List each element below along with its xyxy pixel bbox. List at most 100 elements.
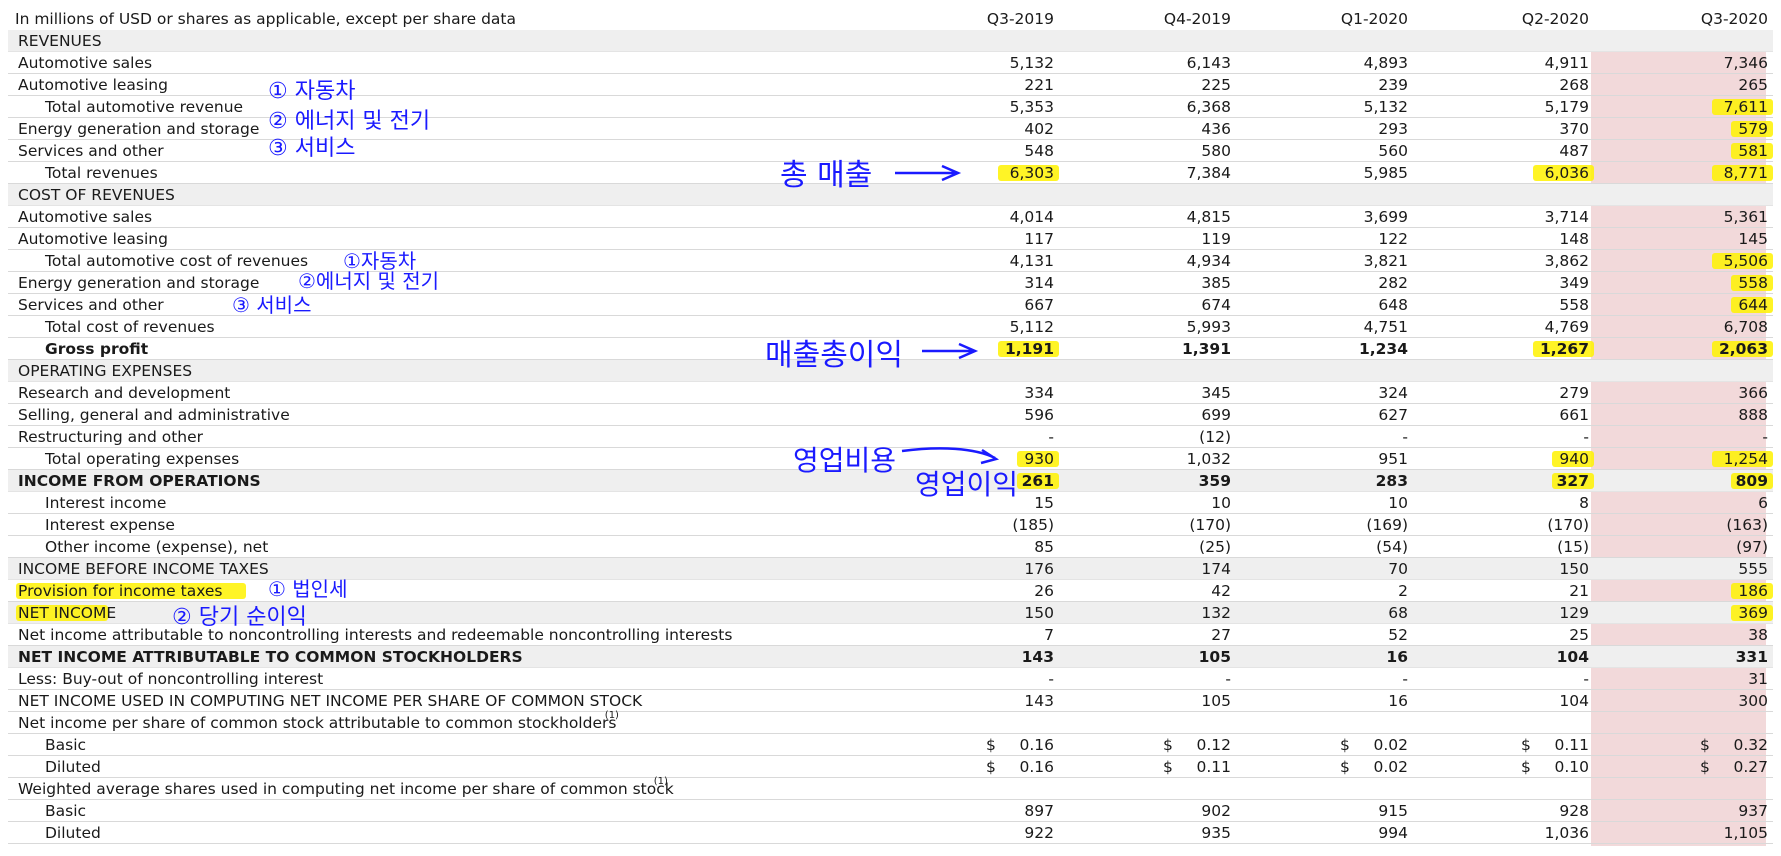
table-row: Automotive sales 5,132 6,143 4,893 4,911 7,34… [8,52,1773,74]
row-label: Total revenues [45,164,158,182]
cell-value: 915 [1378,802,1408,820]
cell-value: 21 [1569,582,1589,600]
row-label: Energy generation and storage [18,120,260,138]
table-row: INCOME BEFORE INCOME TAXES 176 174 70 150 555 [8,558,1773,580]
cell-value: 2 [1398,582,1408,600]
cell-value: 1,267 [1539,340,1589,358]
cell-value: 327 [1556,472,1589,490]
cell-value: 935 [1201,824,1231,842]
cell-value: 68 [1388,604,1408,622]
table-row: OPERATING EXPENSES [8,360,1773,382]
table-row: Gross profit 1,191 1,391 1,234 1,267 2,063 [8,338,1773,360]
row-label: INCOME FROM OPERATIONS [18,472,261,490]
row-label: Automotive sales [18,208,153,226]
footnote-marker: (1) [604,710,619,721]
cell-value: 42 [1211,582,1231,600]
row-label: Services and other [18,296,164,314]
cell-value: 648 [1378,296,1408,314]
cell-value: 928 [1559,802,1589,820]
cell-value: 5,985 [1363,164,1408,182]
table-row: Diluted $0.16 $0.11 $0.02 $0.10 $0.27 [8,756,1773,778]
column-header: Q2-2020 [1521,10,1589,28]
row-label: Interest income [45,494,167,512]
row-label: Gross profit [45,340,149,358]
cell-value: (170) [1189,516,1231,534]
cell-value: 4,815 [1186,208,1231,226]
cell-value: (12) [1199,428,1231,446]
cell-value: 1,036 [1544,824,1589,842]
cell-value: - [1402,428,1408,446]
cell-value: 105 [1201,692,1231,710]
cell-value: (54) [1376,538,1408,556]
table-row: Total cost of revenues 5,112 5,993 4,751 4,7… [8,316,1773,338]
cell-value: 1,254 [1723,450,1768,468]
cell-value: 5,112 [1009,318,1054,336]
cell-value: 558 [1738,274,1768,292]
row-label: Basic [45,736,87,754]
table-row: Net income per share of common stock att… [8,710,1773,734]
cell-value: 265 [1738,76,1768,94]
cell-value: 385 [1201,274,1231,292]
cell-value: 3,821 [1363,252,1408,270]
row-label: Total operating expenses [45,450,240,468]
row-label: COST OF REVENUES [18,186,175,204]
cell-value: 145 [1738,230,1768,248]
table-row: Diluted 922 935 994 1,036 1,105 [8,822,1773,844]
table-row: Automotive sales 4,014 4,815 3,699 3,714 5,36… [8,206,1773,228]
cell-value: 5,506 [1723,252,1768,270]
cell-value: - [1048,670,1054,688]
cell-value: 0.02 [1373,736,1408,754]
table-row: Total operating expenses 930 1,032 951 940 1,… [8,448,1773,470]
cell-value: 897 [1024,802,1054,820]
cell-value: 4,911 [1544,54,1589,72]
cell-value: 7,346 [1723,54,1768,72]
table-row: Energy generation and storage 314 385 282 34… [8,272,1773,294]
cell-value: 940 [1559,450,1589,468]
cell-value: - [1225,670,1231,688]
cell-value: 324 [1378,384,1408,402]
cell-value: 221 [1024,76,1054,94]
cell-value: 8,771 [1723,164,1768,182]
table-row: Weighted average shares used in computin… [8,776,1773,800]
cell-value: 282 [1378,274,1408,292]
table-row: Less: Buy-out of noncontrolling interest… [8,668,1773,690]
row-label: Net income per share of common stock att… [18,714,617,732]
cell-value: 0.32 [1733,736,1768,754]
cell-value: 7,384 [1186,164,1231,182]
table-row: Other income (expense), net 85 (25) (54) (15… [8,536,1773,558]
cell-value: 174 [1201,560,1231,578]
table-row: NET INCOME USED IN COMPUTING NET INCOME … [8,690,1773,712]
cell-value: 596 [1024,406,1054,424]
cell-value: 119 [1201,230,1231,248]
table-row: REVENUES [8,30,1773,52]
table-row: Net income attributable to noncontrollin… [8,624,1773,646]
cell-value: 6,143 [1186,54,1231,72]
cell-value: 239 [1378,76,1408,94]
cell-value: 674 [1201,296,1231,314]
cell-value: 186 [1738,582,1768,600]
cell-value: 6 [1758,494,1768,512]
row-label: Restructuring and other [18,428,204,446]
table-row: Energy generation and storage 402 436 293 37… [8,118,1773,140]
table-row: Total automotive revenue 5,353 6,368 5,132 5… [8,96,1773,118]
cell-value: 26 [1034,582,1054,600]
row-label: Services and other [18,142,164,160]
row-label: Total automotive revenue [45,98,244,116]
cell-value: 4,014 [1009,208,1054,226]
cell-value: 225 [1201,76,1231,94]
table-row: Total automotive cost of revenues 4,131 4,… [8,250,1773,272]
cell-value: 6,036 [1544,164,1589,182]
cell-value: 143 [1024,692,1054,710]
income-statement-table: In millions of USD or shares as applicab… [8,8,1773,844]
table-row: Interest income 15 10 10 8 6 [8,492,1773,514]
cell-value: 809 [1735,472,1768,490]
cell-value: 349 [1559,274,1589,292]
table-row: Restructuring and other - (12) - - - [8,426,1773,448]
cell-value: 699 [1201,406,1231,424]
table-body: REVENUES Automotive sales 5,132 6,143 4,893 4… [8,30,1773,844]
cell-value: 345 [1201,384,1231,402]
cell-value: 4,934 [1186,252,1231,270]
cell-value: 4,769 [1544,318,1589,336]
cell-value: 25 [1569,626,1589,644]
cell-value: 52 [1388,626,1408,644]
